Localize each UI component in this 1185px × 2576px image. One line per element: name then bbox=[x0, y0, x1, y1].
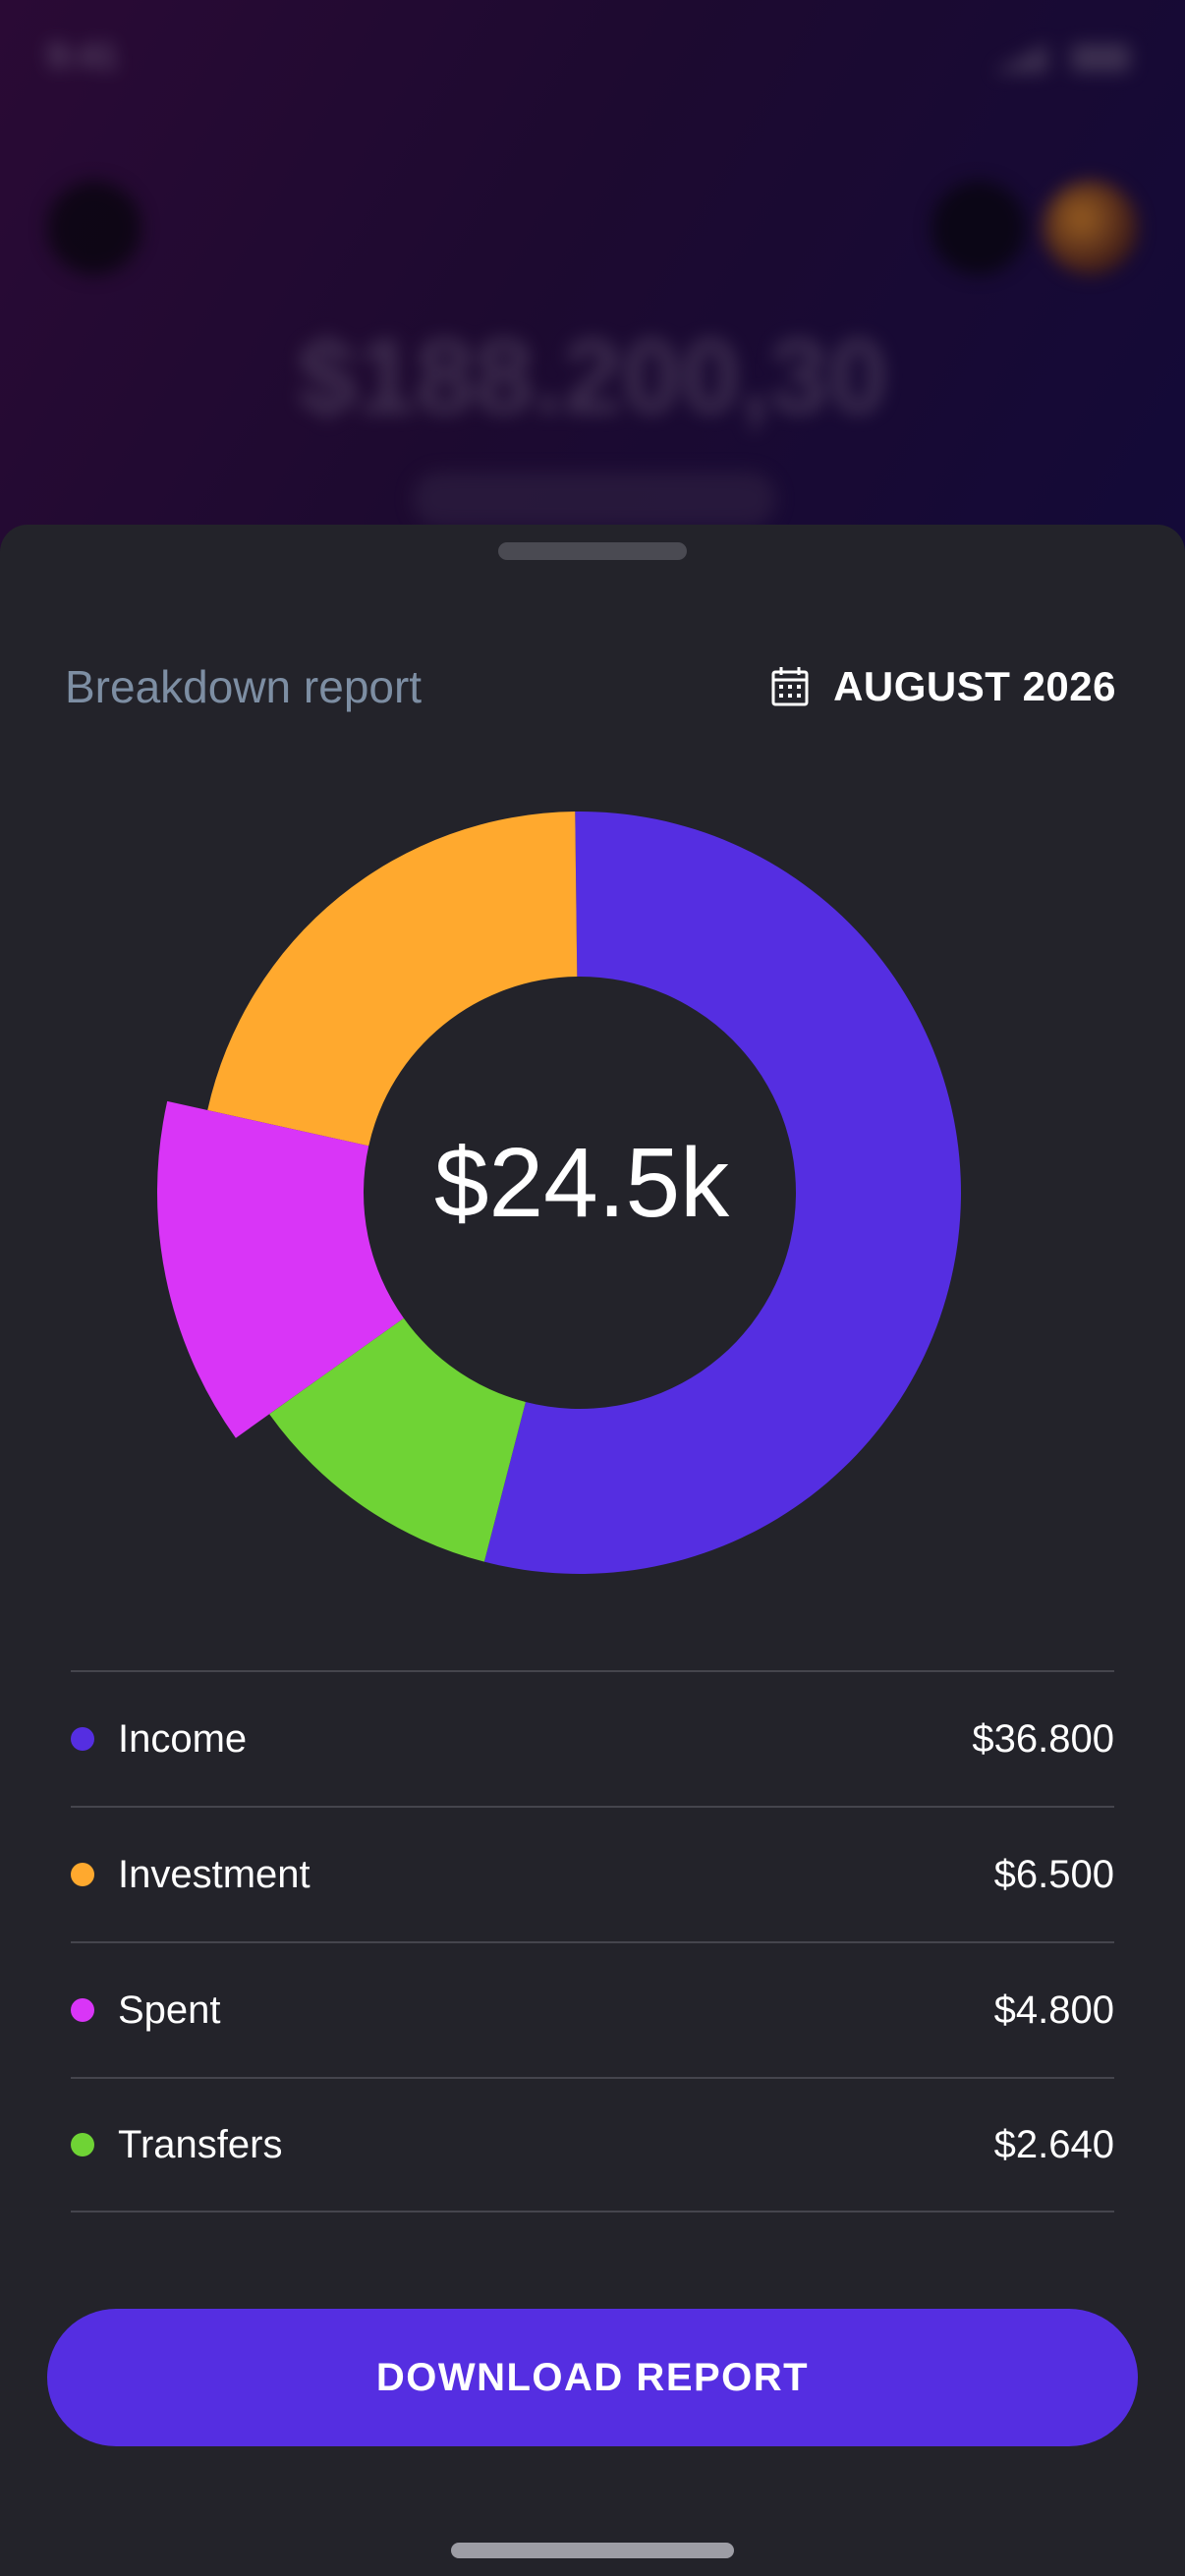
donut-slice-investment[interactable] bbox=[207, 812, 578, 1147]
legend-dot-transfers bbox=[71, 2133, 94, 2156]
legend-value-spent: $4.800 bbox=[993, 1988, 1114, 2032]
download-report-button[interactable]: DOWNLOAD REPORT bbox=[47, 2309, 1138, 2446]
back-button bbox=[47, 181, 141, 275]
background-screen: 9:41 $188.200,30 bbox=[0, 0, 1185, 589]
download-report-label: DOWNLOAD REPORT bbox=[375, 2355, 810, 2399]
legend-value-transfers: $2.640 bbox=[993, 2122, 1114, 2166]
legend-dot-spent bbox=[71, 1998, 94, 2022]
donut-chart bbox=[156, 812, 962, 1574]
legend-dot-income bbox=[71, 1727, 94, 1751]
legend-label-investment: Investment bbox=[118, 1852, 310, 1896]
avatar bbox=[1044, 181, 1138, 275]
legend-row-income[interactable]: Income $36.800 bbox=[71, 1670, 1114, 1806]
legend-label-spent: Spent bbox=[118, 1988, 221, 2032]
legend-value-income: $36.800 bbox=[972, 1716, 1114, 1761]
breakdown-chart: $24.5k bbox=[0, 525, 1185, 1605]
legend-row-spent[interactable]: Spent $4.800 bbox=[71, 1941, 1114, 2077]
account-pill bbox=[413, 472, 776, 527]
legend-label-income: Income bbox=[118, 1716, 248, 1761]
balance-amount: $188.200,30 bbox=[297, 316, 888, 435]
legend-label-transfers: Transfers bbox=[118, 2122, 283, 2166]
chart-center-total: $24.5k bbox=[433, 1128, 730, 1238]
breakdown-legend: Income $36.800 Investment $6.500 Spent $… bbox=[71, 1670, 1114, 2212]
refresh-button bbox=[931, 181, 1026, 275]
legend-row-transfers[interactable]: Transfers $2.640 bbox=[71, 2077, 1114, 2212]
breakdown-sheet: Breakdown report AUGUST 2026 $24.5k Inco… bbox=[0, 525, 1185, 2576]
home-indicator[interactable] bbox=[451, 2543, 734, 2558]
legend-value-investment: $6.500 bbox=[993, 1852, 1114, 1896]
legend-dot-investment bbox=[71, 1863, 94, 1886]
battery-icon bbox=[1071, 44, 1130, 72]
background-blur-layer: 9:41 $188.200,30 bbox=[0, 0, 1185, 589]
signal-icon bbox=[992, 43, 1047, 73]
status-icons bbox=[992, 43, 1130, 73]
status-time: 9:41 bbox=[47, 35, 119, 76]
legend-row-investment[interactable]: Investment $6.500 bbox=[71, 1806, 1114, 1941]
